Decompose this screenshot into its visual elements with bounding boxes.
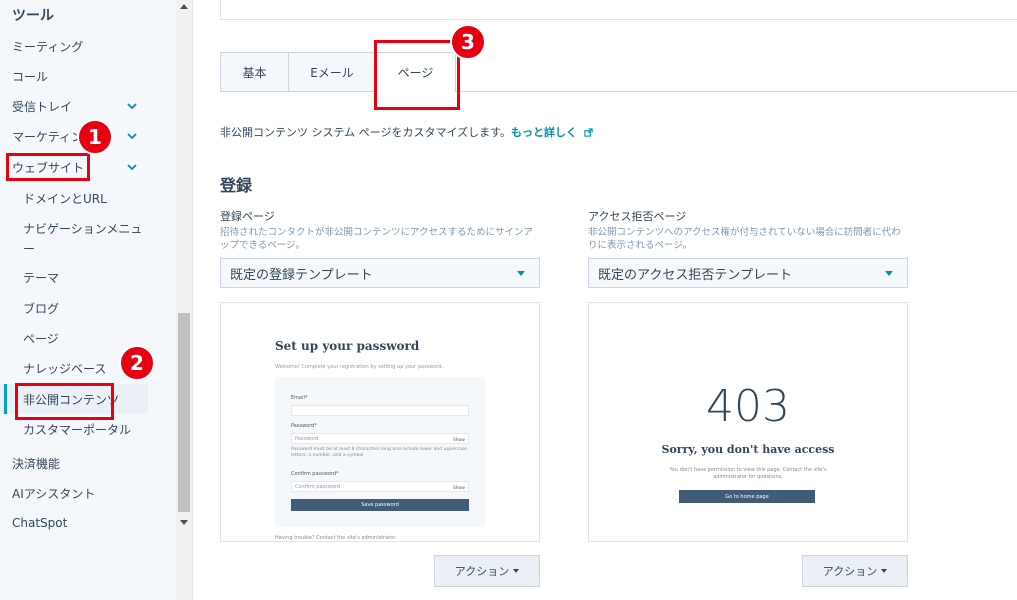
top-panel	[220, 0, 1017, 20]
preview-confirm-input: Confirm password Show	[291, 481, 469, 492]
preview-email-input	[291, 405, 469, 416]
preview-show-toggle: Show	[452, 438, 465, 443]
page-description: 非公開コンテンツ システム ページをカスタマイズします。もっと詳しく	[220, 124, 593, 140]
preview-message: You don't have permission to view this p…	[669, 467, 827, 480]
annotation-box-3	[374, 40, 460, 110]
chevron-down-icon	[127, 164, 137, 171]
annotation-badge-2: 2	[119, 345, 155, 381]
access-denied-template-select[interactable]: 既定のアクセス拒否テンプレート	[588, 258, 908, 288]
preview-password-input: Password Show	[291, 433, 469, 444]
sidebar-scrollbar[interactable]	[176, 0, 192, 600]
external-link-icon[interactable]	[583, 128, 593, 137]
caret-down-icon	[517, 271, 525, 276]
preview-password-label: Password*	[291, 423, 317, 429]
sidebar-item-themes[interactable]: テーマ	[0, 262, 176, 292]
preview-subtitle: Welcome! Complete your registration by s…	[275, 364, 444, 370]
sidebar-item-inbox[interactable]: 受信トレイ	[0, 91, 176, 121]
preview-show-toggle: Show	[452, 486, 465, 491]
sidebar-item-domains-urls[interactable]: ドメインとURL	[0, 183, 176, 213]
tab-basic[interactable]: 基本	[220, 52, 289, 92]
sidebar-item-chatspot[interactable]: ChatSpot	[0, 508, 176, 538]
section-title: 登録	[220, 176, 253, 195]
sidebar: ツール ミーティング コール 受信トレイ マーケティング ウェブサイト ドメイン…	[0, 0, 176, 600]
scrollbar-thumb[interactable]	[178, 313, 190, 512]
tab-email[interactable]: Eメール	[288, 52, 376, 92]
registration-template-select[interactable]: 既定の登録テンプレート	[220, 258, 540, 288]
access-denied-actions-button[interactable]: アクション	[802, 555, 908, 587]
registration-page-help: 招待されたコンタクトが非公開コンテンツにアクセスするためにサインアップできるペー…	[220, 227, 534, 251]
sidebar-divider	[192, 0, 193, 600]
caret-down-icon	[881, 569, 888, 573]
annotation-box-1	[6, 153, 90, 181]
sidebar-title: ツール	[12, 8, 54, 24]
preview-error-code: 403	[706, 381, 790, 432]
preview-home-button: Go to home page	[679, 490, 815, 503]
preview-password-help: Password must be at least 8 characters l…	[291, 447, 467, 458]
annotation-box-2	[15, 383, 114, 420]
caret-down-icon	[513, 569, 520, 573]
preview-title: Set up your password	[275, 339, 420, 353]
chevron-down-icon	[127, 103, 137, 110]
preview-email-label: Email*	[291, 395, 308, 401]
sidebar-item-pages[interactable]: ページ	[0, 323, 176, 353]
preview-form: Email* Password* Password Show Password …	[275, 377, 485, 527]
sidebar-item-payments[interactable]: 決済機能	[0, 448, 176, 478]
scroll-down-arrow-icon[interactable]	[180, 520, 188, 525]
sidebar-item-blog[interactable]: ブログ	[0, 293, 176, 323]
scroll-up-arrow-icon[interactable]	[180, 4, 188, 9]
annotation-badge-3: 3	[450, 24, 486, 60]
access-denied-preview: 403 Sorry, you don't have access You don…	[588, 302, 908, 542]
chevron-down-icon	[127, 133, 137, 140]
tabs-underline	[455, 91, 1017, 92]
sidebar-item-navigation-menus-wrap: ー	[23, 241, 36, 256]
sidebar-item-ai-assistant[interactable]: AIアシスタント	[0, 478, 176, 508]
preview-confirm-label: Confirm password*	[291, 471, 339, 477]
registration-page-label: 登録ページ	[220, 210, 275, 223]
caret-down-icon	[885, 271, 893, 276]
active-indicator	[4, 384, 7, 414]
learn-more-link[interactable]: もっと詳しく	[511, 126, 577, 139]
sidebar-item-calls[interactable]: コール	[0, 61, 176, 91]
registration-preview: Set up your password Welcome! Complete y…	[220, 302, 540, 542]
annotation-badge-1: 1	[77, 119, 113, 155]
registration-actions-button[interactable]: アクション	[434, 555, 540, 587]
access-denied-page-help: 非公開コンテンツへのアクセス権が付与されていない場合に訪問者に代わりに表示される…	[588, 227, 901, 251]
access-denied-page-label: アクセス拒否ページ	[588, 210, 687, 223]
sidebar-item-meetings[interactable]: ミーティング	[0, 31, 176, 61]
preview-heading: Sorry, you don't have access	[661, 443, 835, 456]
preview-save-button: Save password	[291, 499, 469, 511]
preview-footer: Having trouble? Contact the site's admin…	[275, 535, 397, 541]
